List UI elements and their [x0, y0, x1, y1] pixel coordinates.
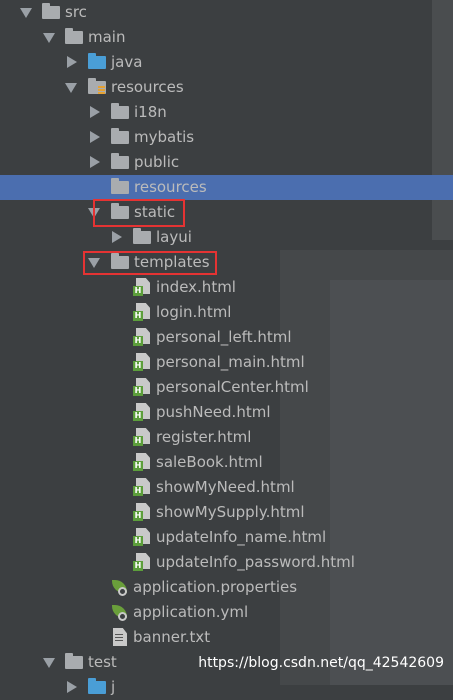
file-label: register.html — [156, 428, 252, 446]
tree-file-html[interactable]: H login.html — [0, 300, 453, 325]
tree-file-application-yml[interactable]: application.yml — [0, 600, 453, 625]
html-file-icon: H — [133, 303, 151, 322]
tree-node-mybatis[interactable]: mybatis — [0, 125, 453, 150]
tree-file-html[interactable]: H index.html — [0, 275, 453, 300]
resources-folder-icon — [88, 78, 106, 94]
file-label: application.properties — [133, 578, 298, 596]
tree-node-label: main — [88, 28, 126, 46]
expand-arrow-icon[interactable] — [43, 33, 55, 43]
tree-node-label: resources — [111, 78, 184, 96]
tree-file-html[interactable]: H personalCenter.html — [0, 375, 453, 400]
tree-file-html[interactable]: H showMyNeed.html — [0, 475, 453, 500]
tree-file-html[interactable]: H personal_left.html — [0, 325, 453, 350]
file-label: application.yml — [133, 603, 249, 621]
expand-arrow-icon[interactable] — [65, 83, 77, 93]
spring-config-icon — [110, 579, 130, 597]
file-label: showMyNeed.html — [156, 478, 295, 496]
tree-file-html[interactable]: H personal_main.html — [0, 350, 453, 375]
tree-node-static[interactable]: static — [0, 200, 453, 225]
tree-node-public[interactable]: public — [0, 150, 453, 175]
collapse-arrow-icon[interactable] — [90, 131, 100, 143]
source-folder-icon — [88, 53, 106, 69]
tree-node-layui[interactable]: layui — [0, 225, 453, 250]
tree-file-html[interactable]: H pushNeed.html — [0, 400, 453, 425]
tree-node-i18n[interactable]: i18n — [0, 100, 453, 125]
file-label: personal_main.html — [156, 353, 305, 371]
tree-node-partial[interactable]: j — [0, 675, 453, 700]
tree-file-html[interactable]: H register.html — [0, 425, 453, 450]
file-label: updateInfo_password.html — [156, 553, 355, 571]
html-file-icon: H — [133, 453, 151, 472]
html-file-icon: H — [133, 403, 151, 422]
tree-node-label: layui — [156, 228, 192, 246]
collapse-arrow-icon[interactable] — [112, 231, 122, 243]
file-label: personal_left.html — [156, 328, 292, 346]
file-label: updateInfo_name.html — [156, 528, 327, 546]
tree-node-resources[interactable]: resources — [0, 75, 453, 100]
folder-icon — [111, 103, 129, 119]
tree-node-label: test — [88, 653, 117, 671]
highlight-box-templates — [83, 251, 217, 275]
html-file-icon: H — [133, 553, 151, 572]
html-file-icon: H — [133, 328, 151, 347]
watermark-text: https://blog.csdn.net/qq_42542609 — [198, 655, 444, 671]
tree-node-label: i18n — [134, 103, 167, 121]
file-label: pushNeed.html — [156, 403, 271, 421]
collapse-arrow-icon[interactable] — [90, 156, 100, 168]
folder-icon — [42, 3, 60, 19]
spring-config-icon — [110, 604, 130, 622]
tree-file-html[interactable]: H saleBook.html — [0, 450, 453, 475]
expand-arrow-icon[interactable] — [43, 658, 55, 668]
expand-arrow-icon[interactable] — [20, 8, 32, 18]
folder-icon — [133, 228, 151, 244]
html-file-icon: H — [133, 428, 151, 447]
collapse-arrow-icon[interactable] — [90, 106, 100, 118]
tree-node-resources-sub[interactable]: resources — [0, 175, 453, 200]
tree-node-label: resources — [134, 178, 207, 196]
tree-node-main[interactable]: main — [0, 25, 453, 50]
html-file-icon: H — [133, 278, 151, 297]
collapse-arrow-icon[interactable] — [67, 681, 77, 693]
tree-file-html[interactable]: H showMySupply.html — [0, 500, 453, 525]
tree-file-html[interactable]: H updateInfo_name.html — [0, 525, 453, 550]
tree-file-application-properties[interactable]: application.properties — [0, 575, 453, 600]
file-label: showMySupply.html — [156, 503, 305, 521]
folder-icon — [65, 653, 83, 669]
html-file-icon: H — [133, 378, 151, 397]
html-file-icon: H — [133, 353, 151, 372]
tree-node-java[interactable]: java — [0, 50, 453, 75]
tree-node-templates[interactable]: templates — [0, 250, 453, 275]
tree-node-label: java — [111, 53, 143, 71]
highlight-box-static — [93, 199, 185, 227]
source-folder-icon — [88, 678, 106, 694]
collapse-arrow-icon[interactable] — [67, 56, 77, 68]
tree-node-label: public — [134, 153, 180, 171]
html-file-icon: H — [133, 528, 151, 547]
tree-file-html[interactable]: H updateInfo_password.html — [0, 550, 453, 575]
html-file-icon: H — [133, 478, 151, 497]
tree-node-src[interactable]: src — [0, 0, 453, 25]
file-label: index.html — [156, 278, 236, 296]
folder-icon — [65, 28, 83, 44]
text-file-icon — [113, 628, 129, 647]
tree-node-label: src — [65, 3, 87, 21]
folder-icon — [111, 178, 129, 194]
tree-file-banner-txt[interactable]: banner.txt — [0, 625, 453, 650]
tree-node-label: j — [111, 678, 116, 696]
file-label: personalCenter.html — [156, 378, 309, 396]
tree-node-label: mybatis — [134, 128, 195, 146]
file-label: banner.txt — [133, 628, 211, 646]
file-label: saleBook.html — [156, 453, 263, 471]
folder-icon — [111, 128, 129, 144]
html-file-icon: H — [133, 503, 151, 522]
file-label: login.html — [156, 303, 232, 321]
folder-icon — [111, 153, 129, 169]
